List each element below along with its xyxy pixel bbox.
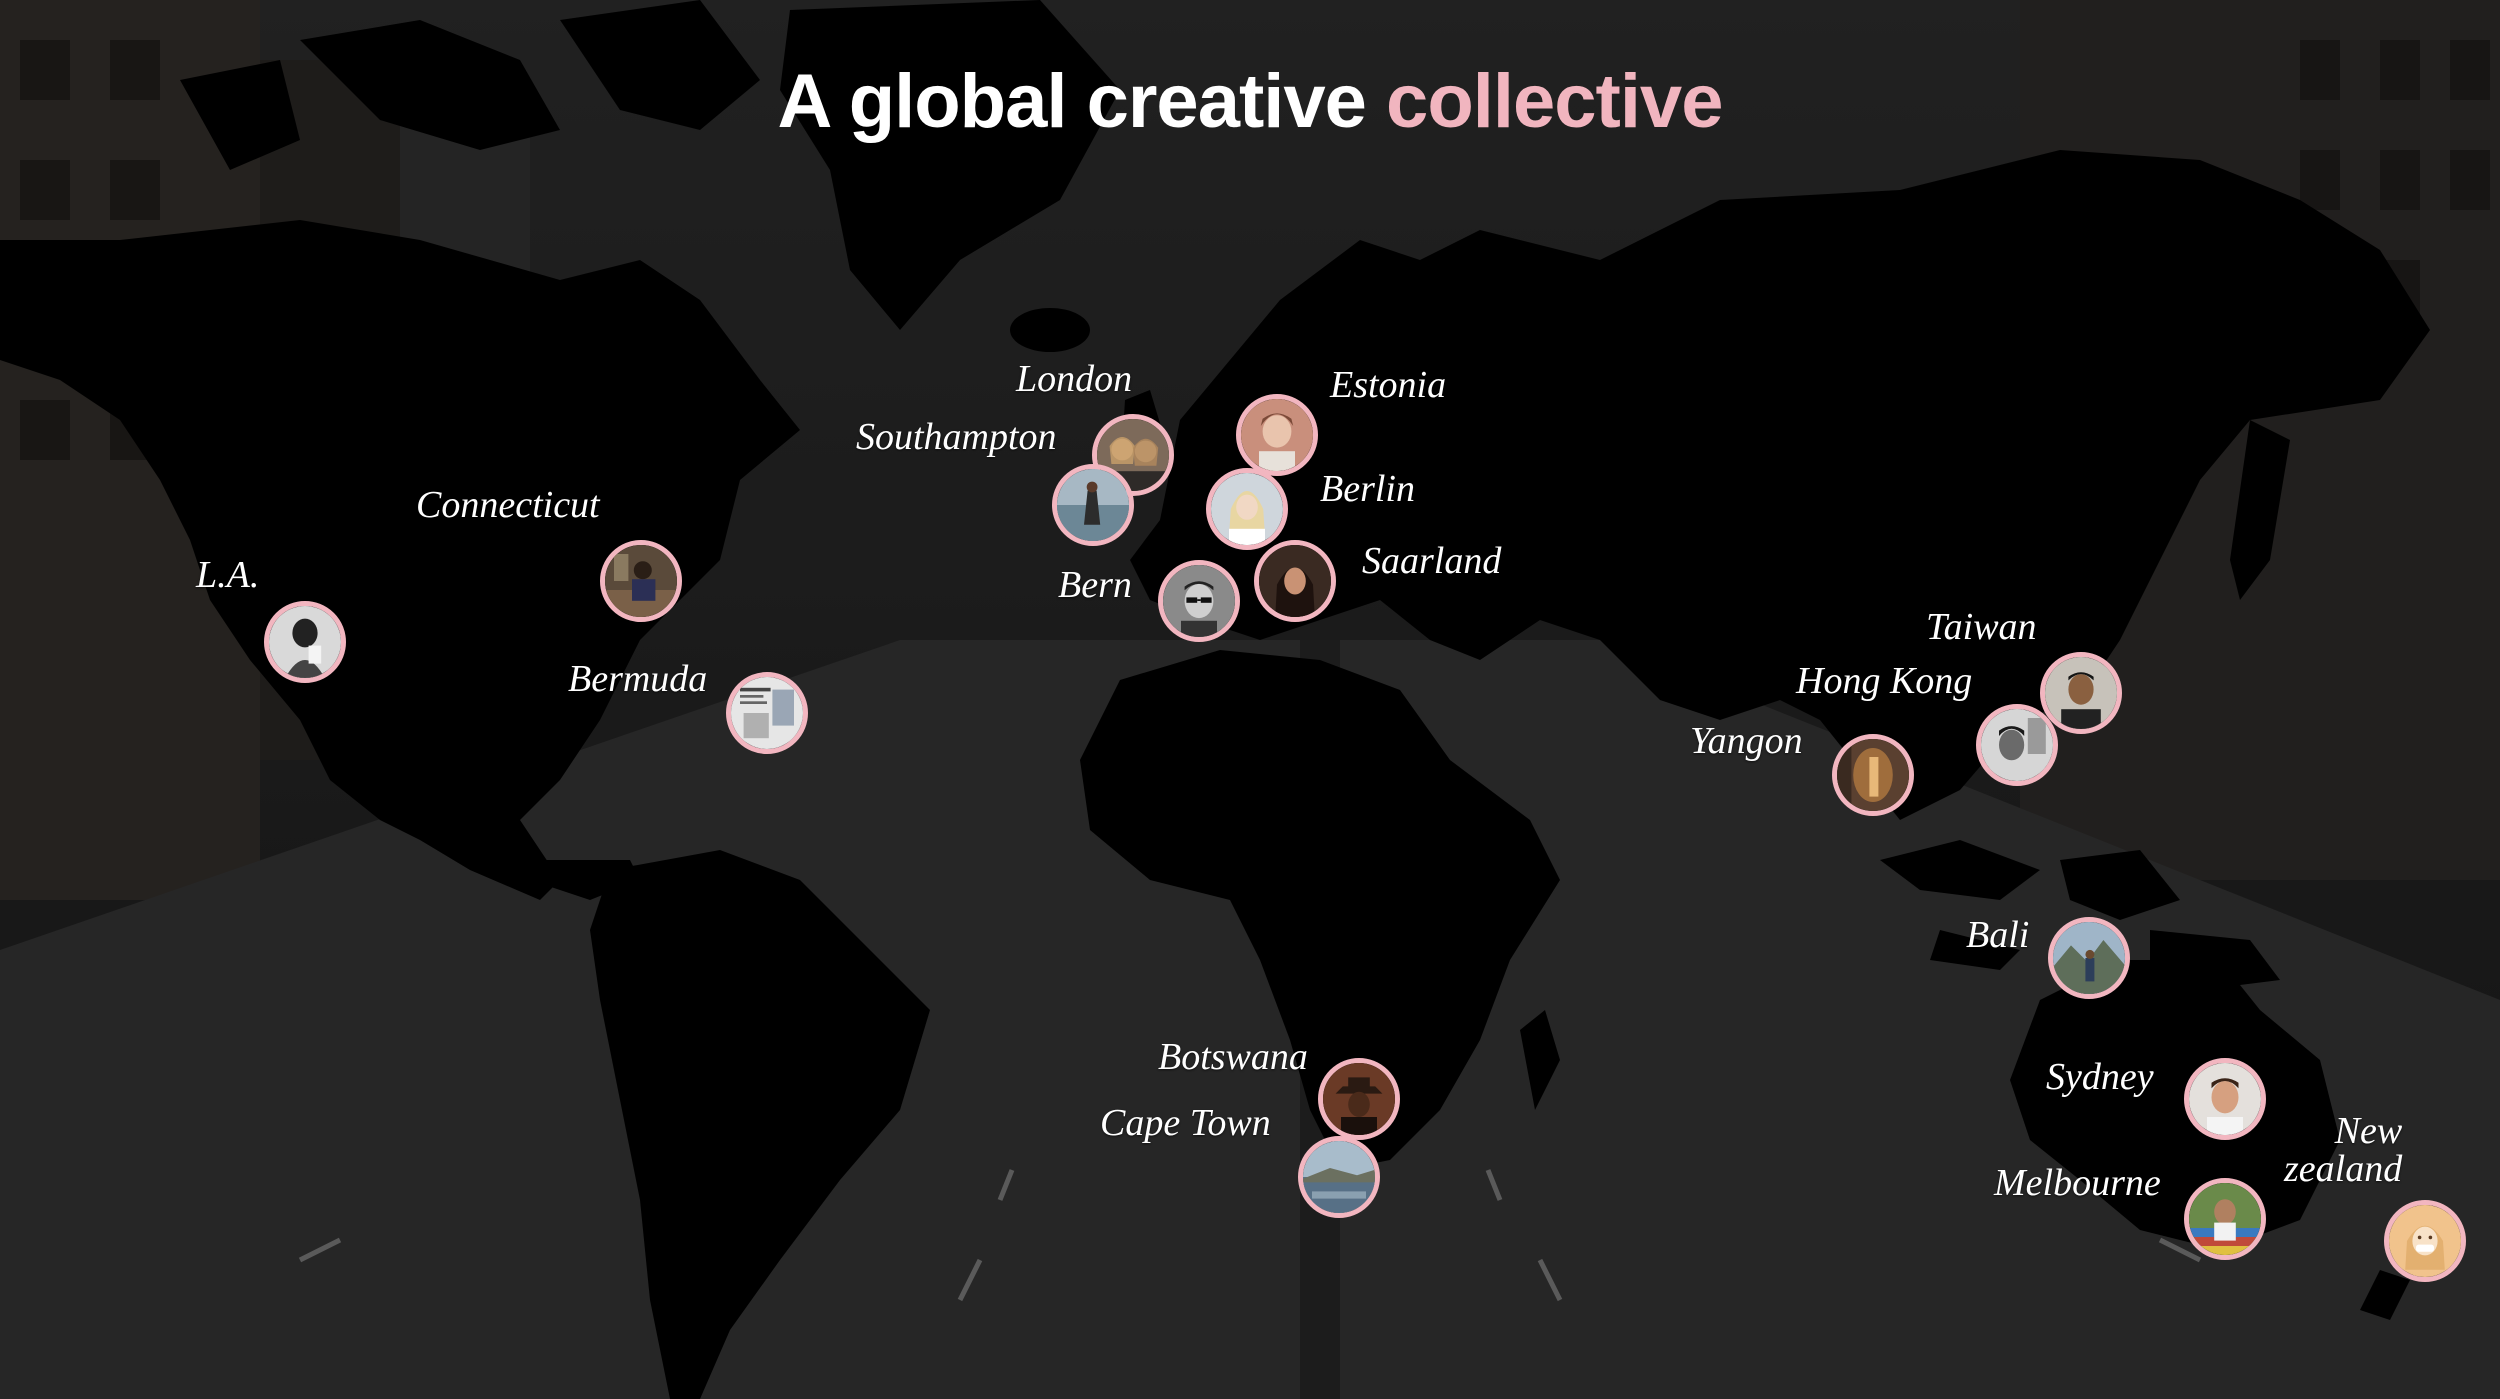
label-yangon: Yangon: [1690, 720, 1803, 762]
page-title: A global creative collective: [0, 58, 2500, 145]
label-sydney: Sydney: [2046, 1056, 2154, 1098]
label-southampton: Southampton: [856, 416, 1057, 458]
pin-bern-photo[interactable]: [1158, 560, 1240, 642]
label-bermuda: Bermuda: [568, 658, 708, 700]
greenland-shape: [780, 0, 1120, 330]
pin-bali-photo[interactable]: [2048, 917, 2130, 999]
south-america-shape: [590, 850, 930, 1399]
pin-botswana-photo[interactable]: [1318, 1058, 1400, 1140]
pin-new-zealand-photo[interactable]: [2384, 1200, 2466, 1282]
label-connecticut: Connecticut: [416, 484, 600, 526]
label-london: London: [1016, 358, 1133, 400]
pin-taiwan-photo[interactable]: [2040, 652, 2122, 734]
title-accent: collective: [1386, 59, 1723, 144]
pin-bermuda-photo[interactable]: [726, 672, 808, 754]
label-saarland: Saarland: [1362, 540, 1502, 582]
pin-connecticut-photo[interactable]: [600, 540, 682, 622]
label-bern: Bern: [1058, 564, 1132, 606]
label-cape-town: Cape Town: [1100, 1102, 1271, 1144]
label-new-zealand: New zealand: [2284, 1110, 2403, 1190]
pin-berlin-photo[interactable]: [1206, 468, 1288, 550]
label-botswana: Botswana: [1158, 1036, 1308, 1078]
pin-yangon-photo[interactable]: [1832, 734, 1914, 816]
north-america-shape: [0, 220, 800, 900]
pin-hong-kong-photo[interactable]: [1976, 704, 2058, 786]
pin-southampton-photo[interactable]: [1052, 464, 1134, 546]
pin-sydney-photo[interactable]: [2184, 1058, 2266, 1140]
pin-cape-town-photo[interactable]: [1298, 1136, 1380, 1218]
title-main: A global creative: [777, 59, 1367, 144]
label-hong-kong: Hong Kong: [1796, 660, 1973, 702]
label-estonia: Estonia: [1330, 364, 1447, 406]
label-bali: Bali: [1966, 914, 2030, 956]
pin-melbourne-photo[interactable]: [2184, 1178, 2266, 1260]
label-melbourne: Melbourne: [1994, 1162, 2161, 1204]
pin-estonia-photo[interactable]: [1236, 394, 1318, 476]
slide: A global creative collective L.A. Connec…: [0, 0, 2500, 1399]
label-berlin: Berlin: [1320, 468, 1415, 510]
pin-saarland-photo[interactable]: [1254, 540, 1336, 622]
australia-shape: [2010, 960, 2340, 1250]
label-la: L.A.: [196, 554, 260, 596]
label-taiwan: Taiwan: [1926, 606, 2037, 648]
pin-la-photo[interactable]: [264, 601, 346, 683]
